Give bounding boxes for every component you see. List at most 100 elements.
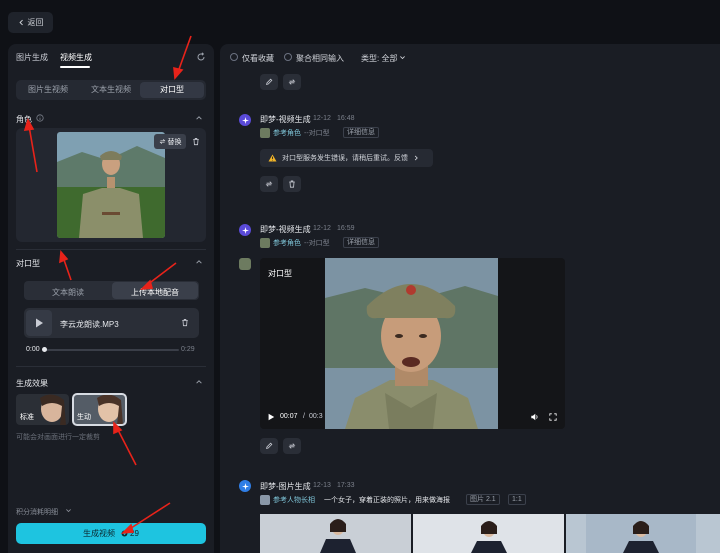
result-image[interactable]	[260, 514, 411, 553]
reference-thumbnail	[260, 128, 270, 138]
effect-label-standard: 标准	[20, 414, 34, 421]
favorites-checkbox[interactable]	[230, 53, 238, 61]
points-icon	[121, 530, 128, 537]
video-current-time: 00:07	[280, 413, 298, 420]
trash-icon[interactable]	[192, 137, 200, 146]
aggregate-label[interactable]: 聚合相同输入	[296, 53, 344, 64]
replace-button[interactable]: 替换	[154, 134, 186, 149]
sparkle-icon	[241, 116, 249, 124]
error-text[interactable]: 对口型服务发生错误，请稍后重试。反馈	[282, 153, 408, 163]
reference-thumbnail	[260, 495, 270, 505]
generate-video-button[interactable]: 生成视频 29	[16, 523, 206, 544]
reference-label: 参考角色	[273, 240, 301, 247]
effect-option-standard[interactable]: 标准	[16, 394, 69, 425]
chevron-down-icon[interactable]	[65, 507, 72, 514]
result-image[interactable]	[566, 514, 720, 553]
reference-label: 参考人物长相	[273, 497, 315, 504]
reference-thumbnail	[260, 238, 270, 248]
reference-mode: --对口型	[304, 130, 330, 137]
pencil-icon	[266, 78, 273, 85]
collapse-chevron-icon[interactable]	[195, 258, 203, 266]
favorites-label[interactable]: 仅看收藏	[242, 53, 274, 64]
chevron-right-icon	[414, 155, 418, 161]
collapse-chevron-icon[interactable]	[195, 378, 203, 386]
edit-button[interactable]	[260, 74, 278, 90]
effect-hint: 可能会对画面进行一定裁剪	[16, 434, 100, 441]
message-sender: 即梦-视频生成	[260, 225, 311, 234]
regenerate-button[interactable]	[283, 438, 301, 454]
prompt-text: 一个女子，穿着正装的照片，用来做海报	[324, 497, 450, 504]
bot-avatar	[239, 114, 251, 126]
lip-option-upload-audio[interactable]: 上传本地配音	[112, 287, 198, 298]
info-icon[interactable]	[36, 114, 44, 122]
back-button[interactable]: 返回	[8, 12, 53, 33]
message-date: 12-12	[313, 115, 331, 122]
effect-label-vivid: 生动	[77, 414, 91, 421]
message-date: 12-13	[313, 482, 331, 489]
detail-info-tag[interactable]: 详细信息	[343, 237, 379, 248]
lip-option-text-reading[interactable]: 文本朗读	[24, 287, 112, 298]
delete-button[interactable]	[283, 176, 301, 192]
tab-image-generation[interactable]: 图片生成	[16, 52, 48, 63]
refresh-icon[interactable]	[196, 52, 206, 62]
message-date: 12-12	[313, 225, 331, 232]
regenerate-button[interactable]	[260, 176, 278, 192]
message-time: 17:33	[337, 482, 355, 489]
detail-info-tag[interactable]: 详细信息	[343, 127, 379, 138]
active-tab-indicator	[60, 66, 90, 68]
user-avatar	[239, 258, 251, 270]
reference-chip[interactable]: 参考角色 --对口型	[260, 237, 330, 249]
bot-avatar	[239, 480, 251, 492]
aggregate-checkbox[interactable]	[284, 53, 292, 61]
audio-play-button[interactable]	[26, 310, 52, 336]
play-icon	[36, 318, 43, 328]
model-tag: 图片 2.1	[466, 494, 500, 505]
pencil-icon	[266, 442, 273, 449]
collapse-chevron-icon[interactable]	[195, 114, 203, 122]
audio-progress-bar[interactable]	[44, 349, 179, 351]
trash-icon	[289, 180, 295, 188]
role-image	[57, 132, 165, 238]
regenerate-button[interactable]	[283, 74, 301, 90]
result-image[interactable]	[413, 514, 564, 553]
reference-label: 参考角色	[273, 130, 301, 137]
swap-icon	[288, 79, 296, 85]
warning-icon	[268, 154, 277, 162]
effect-title: 生成效果	[16, 379, 48, 388]
audio-current-time: 0:00	[26, 346, 40, 353]
mode-text-to-video[interactable]: 文本生视频	[80, 80, 142, 100]
generate-label: 生成视频	[83, 529, 116, 538]
play-icon[interactable]	[267, 413, 275, 421]
top-bar	[0, 0, 720, 44]
section-divider	[16, 366, 206, 367]
audio-progress-handle[interactable]	[42, 347, 47, 352]
points-detail-link[interactable]: 积分消耗明细	[16, 507, 58, 517]
sparkle-icon	[241, 482, 249, 490]
swap-icon	[265, 181, 273, 187]
video-label: 对口型	[268, 269, 292, 278]
swap-icon	[159, 139, 165, 144]
chevron-down-icon[interactable]	[399, 54, 406, 61]
volume-icon[interactable]	[530, 413, 539, 421]
effect-option-vivid[interactable]: 生动	[72, 393, 127, 426]
tab-video-generation[interactable]: 视频生成	[60, 52, 92, 63]
type-filter-dropdown[interactable]: 类型: 全部	[361, 53, 397, 64]
mode-image-to-video[interactable]: 图片生视频	[16, 80, 80, 100]
message-sender: 即梦-视频生成	[260, 115, 311, 124]
ratio-tag: 1:1	[508, 494, 526, 505]
trash-icon[interactable]	[181, 318, 189, 327]
reference-chip[interactable]: 参考人物长相	[260, 494, 315, 506]
chevron-left-icon	[18, 19, 23, 26]
error-message: 对口型服务发生错误，请稍后重试。反馈	[260, 149, 433, 167]
reference-chip[interactable]: 参考角色 --对口型	[260, 127, 330, 139]
generate-cost: 29	[130, 529, 139, 538]
mode-lip-sync[interactable]: 对口型	[140, 80, 204, 100]
edit-button[interactable]	[260, 438, 278, 454]
sparkle-icon	[241, 226, 249, 234]
bot-avatar	[239, 224, 251, 236]
swap-icon	[288, 443, 296, 449]
message-time: 16:59	[337, 225, 355, 232]
fullscreen-icon[interactable]	[549, 413, 557, 421]
role-title: 角色	[16, 115, 32, 124]
replace-label: 替换	[167, 138, 182, 146]
